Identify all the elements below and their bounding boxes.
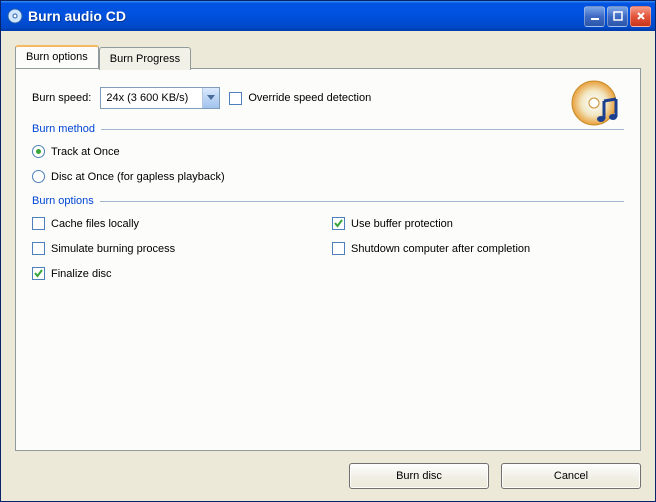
burn-method-header: Burn method	[32, 123, 624, 135]
tab-label: Burn Progress	[110, 53, 180, 65]
checkbox-label: Simulate burning process	[51, 243, 175, 255]
tab-burn-progress[interactable]: Burn Progress	[99, 47, 191, 70]
burn-options-grid: Cache files locally Use buffer protectio…	[32, 217, 624, 280]
burn-speed-row: Burn speed: 24x (3 600 KB/s) Override sp…	[32, 87, 624, 109]
dropdown-button[interactable]	[202, 88, 219, 108]
checkbox-cache-files[interactable]: Cache files locally	[32, 217, 322, 230]
tab-strip: Burn options Burn Progress	[15, 45, 641, 68]
dialog-footer: Burn disc Cancel	[15, 451, 641, 489]
tab-panel-options: Burn speed: 24x (3 600 KB/s) Override sp…	[15, 68, 641, 451]
burn-speed-value: 24x (3 600 KB/s)	[106, 92, 188, 104]
radio-box	[32, 170, 45, 183]
close-icon	[636, 11, 646, 21]
burn-audio-cd-window: Burn audio CD Burn options Burn Progress	[0, 0, 656, 502]
titlebar-buttons	[584, 6, 651, 27]
checkbox-finalize[interactable]: Finalize disc	[32, 267, 322, 280]
radio-box	[32, 145, 45, 158]
checkbox-box	[332, 242, 345, 255]
minimize-button[interactable]	[584, 6, 605, 27]
maximize-button[interactable]	[607, 6, 628, 27]
check-icon	[33, 268, 44, 279]
checkbox-box	[32, 267, 45, 280]
checkbox-label: Finalize disc	[51, 268, 112, 280]
checkbox-box	[32, 217, 45, 230]
group-title: Burn options	[32, 195, 94, 207]
titlebar[interactable]: Burn audio CD	[1, 1, 655, 31]
checkbox-label: Shutdown computer after completion	[351, 243, 530, 255]
checkbox-label: Cache files locally	[51, 218, 139, 230]
checkbox-simulate[interactable]: Simulate burning process	[32, 242, 322, 255]
tab-burn-options[interactable]: Burn options	[15, 45, 99, 68]
radio-disc-at-once[interactable]: Disc at Once (for gapless playback)	[32, 170, 624, 183]
checkbox-label: Use buffer protection	[351, 218, 453, 230]
chevron-down-icon	[207, 95, 215, 101]
checkbox-box	[332, 217, 345, 230]
group-title: Burn method	[32, 123, 95, 135]
window-title: Burn audio CD	[28, 8, 584, 24]
radio-label: Track at Once	[51, 146, 120, 158]
check-icon	[333, 218, 344, 229]
group-divider	[100, 201, 624, 202]
cancel-button[interactable]: Cancel	[501, 463, 641, 489]
checkbox-buffer-protection[interactable]: Use buffer protection	[332, 217, 624, 230]
checkbox-label: Override speed detection	[248, 92, 371, 104]
maximize-icon	[613, 11, 623, 21]
group-divider	[101, 129, 624, 130]
checkbox-shutdown[interactable]: Shutdown computer after completion	[332, 242, 624, 255]
radio-track-at-once[interactable]: Track at Once	[32, 145, 624, 158]
checkbox-box	[229, 92, 242, 105]
button-label: Cancel	[554, 470, 588, 482]
cd-music-icon	[570, 79, 626, 135]
minimize-icon	[590, 11, 600, 21]
checkbox-box	[32, 242, 45, 255]
radio-label: Disc at Once (for gapless playback)	[51, 171, 225, 183]
close-button[interactable]	[630, 6, 651, 27]
burn-disc-button[interactable]: Burn disc	[349, 463, 489, 489]
tab-frame: Burn options Burn Progress	[15, 45, 641, 451]
burn-speed-label: Burn speed:	[32, 92, 91, 104]
button-label: Burn disc	[396, 470, 442, 482]
burn-method-options: Track at Once Disc at Once (for gapless …	[32, 145, 624, 183]
burn-options-header: Burn options	[32, 195, 624, 207]
client-area: Burn options Burn Progress	[1, 31, 655, 501]
tab-label: Burn options	[26, 51, 88, 63]
override-speed-checkbox[interactable]: Override speed detection	[229, 92, 371, 105]
app-icon	[7, 8, 23, 24]
burn-speed-select[interactable]: 24x (3 600 KB/s)	[100, 87, 220, 109]
